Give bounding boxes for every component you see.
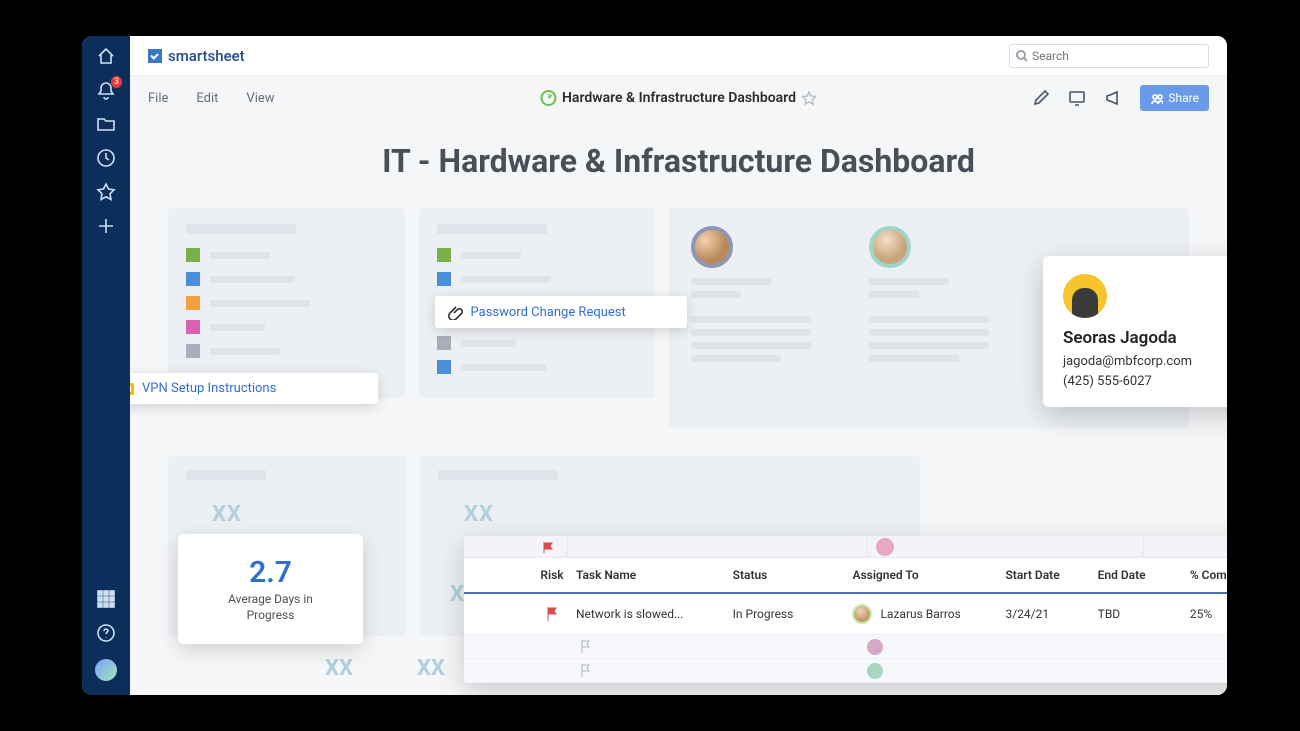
vpn-tag-label: VPN Setup Instructions — [142, 381, 276, 396]
cell-start: 3/24/21 — [1005, 607, 1097, 621]
col-task[interactable]: Task Name — [576, 568, 733, 582]
recent-button[interactable] — [96, 148, 116, 168]
home-icon — [96, 46, 116, 66]
share-label: Share — [1168, 91, 1199, 105]
page-heading: IT - Hardware & Infrastructure Dashboard — [130, 142, 1227, 180]
menu-file[interactable]: File — [148, 91, 168, 106]
add-button[interactable] — [96, 216, 116, 236]
avatar — [869, 226, 911, 268]
flag-icon — [542, 541, 554, 553]
megaphone-icon — [1104, 89, 1122, 107]
present-icon — [1068, 89, 1086, 107]
share-people-icon — [1150, 92, 1163, 105]
placeholder: XX — [325, 656, 353, 681]
stat-label: Average Days inProgress — [228, 592, 313, 623]
password-change-tag[interactable]: Password Change Request — [435, 296, 687, 328]
clock-icon — [96, 148, 116, 168]
notifications-button[interactable]: 3 — [96, 80, 116, 100]
stat-value: 2.7 — [249, 555, 292, 590]
cell-status: In Progress — [733, 607, 853, 621]
brand-mark-icon — [148, 49, 162, 63]
widget-list-b: Password Change Request — [419, 208, 656, 398]
folder-button[interactable] — [96, 114, 116, 134]
share-button[interactable]: Share — [1140, 85, 1209, 111]
avatar-icon — [876, 538, 894, 556]
placeholder: XX — [464, 502, 494, 527]
sheet-columns: Risk Task Name Status Assigned To Start … — [464, 558, 1227, 594]
favorites-button[interactable] — [96, 182, 116, 202]
apps-grid-icon — [96, 589, 116, 609]
person-1 — [691, 226, 811, 412]
widget-list-a: VPN Setup Instructions — [168, 208, 405, 398]
table-row[interactable]: Network is slowed... In Progress Lazarus… — [464, 594, 1227, 635]
attachment-icon — [447, 304, 463, 320]
cell-task: Network is slowed... — [576, 607, 733, 621]
top-bar: smartsheet — [130, 36, 1227, 76]
search-icon — [1016, 50, 1027, 62]
pencil-icon — [1032, 89, 1050, 107]
edit-tool[interactable] — [1032, 89, 1050, 107]
document-title: Hardware & Infrastructure Dashboard — [540, 90, 817, 106]
person-2 — [869, 226, 989, 412]
avatar-icon — [867, 639, 883, 655]
menu-view[interactable]: View — [246, 91, 274, 106]
dashboard-icon — [540, 90, 556, 106]
stat-card: 2.7 Average Days inProgress — [178, 534, 363, 644]
placeholder: XX — [212, 502, 242, 527]
favorite-star-icon[interactable] — [802, 91, 817, 106]
flag-outline-icon — [580, 640, 591, 653]
flag-outline-icon — [580, 664, 591, 677]
brand-logo[interactable]: smartsheet — [148, 47, 245, 65]
placeholder: XX — [417, 656, 445, 681]
risk-flag-icon — [546, 607, 558, 621]
star-icon — [96, 182, 116, 202]
col-pct[interactable]: % Complete — [1190, 568, 1227, 582]
brand-name: smartsheet — [168, 47, 245, 65]
vpn-setup-tag[interactable]: VPN Setup Instructions — [130, 373, 378, 404]
present-tool[interactable] — [1068, 89, 1086, 107]
user-avatar[interactable] — [93, 657, 119, 683]
apps-button[interactable] — [96, 589, 116, 609]
folder-icon — [96, 114, 116, 134]
col-end[interactable]: End Date — [1098, 568, 1190, 582]
avatar-icon — [867, 663, 883, 679]
contact-avatar — [1063, 274, 1107, 318]
col-status[interactable]: Status — [733, 568, 853, 582]
contact-name: Seoras Jagoda — [1063, 328, 1227, 348]
document-title-text: Hardware & Infrastructure Dashboard — [562, 90, 796, 106]
sheet-preview: Risk Task Name Status Assigned To Start … — [464, 536, 1227, 683]
search-input[interactable] — [1032, 49, 1202, 63]
avatar — [691, 226, 733, 268]
col-assigned[interactable]: Assigned To — [852, 568, 1005, 582]
assignee-avatar — [852, 604, 872, 624]
help-button[interactable] — [96, 623, 116, 643]
plus-icon — [96, 216, 116, 236]
col-risk[interactable]: Risk — [528, 568, 576, 582]
contact-email: jagoda@mbfcorp.com — [1063, 352, 1227, 372]
help-icon — [96, 623, 116, 643]
notification-badge: 3 — [111, 76, 122, 88]
slides-icon — [130, 383, 134, 395]
col-start[interactable]: Start Date — [1005, 568, 1097, 582]
menu-edit[interactable]: Edit — [196, 91, 218, 106]
cell-pct: 25% — [1190, 607, 1227, 621]
search-box[interactable] — [1009, 44, 1209, 68]
home-button[interactable] — [96, 46, 116, 66]
pwd-tag-label: Password Change Request — [471, 305, 626, 320]
contact-phone: (425) 555-6027 — [1063, 372, 1227, 392]
announce-tool[interactable] — [1104, 89, 1122, 107]
left-rail: 3 — [82, 36, 130, 695]
contact-card: Seoras Jagoda jagoda@mbfcorp.com (425) 5… — [1043, 256, 1227, 407]
cell-end: TBD — [1098, 607, 1190, 621]
cell-assigned: Lazarus Barros — [880, 607, 960, 621]
menu-bar: File Edit View Hardware & Infrastructure… — [130, 76, 1227, 120]
